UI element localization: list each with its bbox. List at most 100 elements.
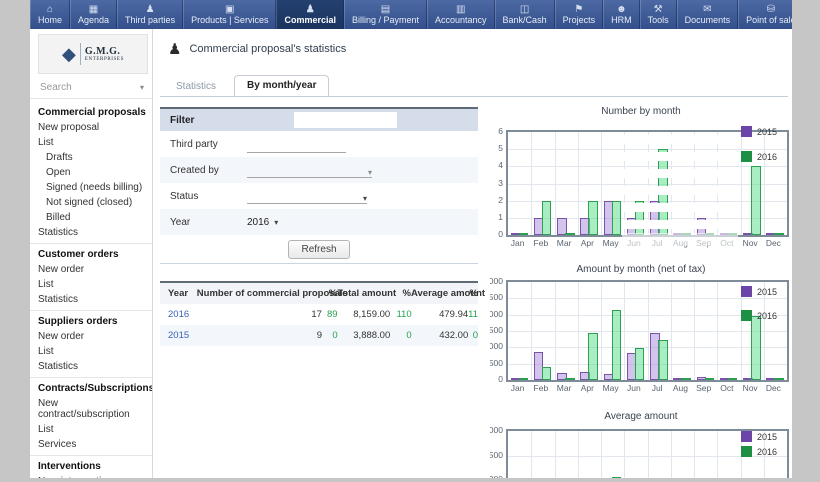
- sidebar-search[interactable]: Search ▾: [30, 78, 152, 99]
- legend-swatch: [741, 151, 752, 162]
- y-axis-tick-label: 4: [490, 160, 503, 170]
- sidebar-item-statistics[interactable]: Statistics: [30, 292, 152, 307]
- filter-row-created-by: Created by▾: [160, 157, 478, 183]
- sidebar-menu: Commercial proposalsNew proposalListDraf…: [30, 99, 152, 478]
- refresh-button[interactable]: Refresh: [288, 240, 349, 259]
- chart-average-amount: Average amount0500100015002000JanFebMarA…: [490, 405, 792, 478]
- sidebar-item-list[interactable]: List: [30, 277, 152, 292]
- legend-entry-2016: 2016: [741, 310, 777, 321]
- sidebar-item-open[interactable]: Open: [30, 165, 152, 180]
- sidebar-item-billed[interactable]: Billed: [30, 210, 152, 225]
- bar-2016-may: [612, 477, 622, 478]
- x-axis-tick-label: Oct: [715, 383, 738, 393]
- bar-2016-jan: [519, 233, 529, 235]
- x-axis-tick-label: Nov: [739, 238, 762, 248]
- bar-2016-mar: [565, 378, 575, 380]
- gridline-v: [555, 431, 556, 478]
- gridline-v: [671, 282, 672, 380]
- menu-item-documents[interactable]: ✉Documents: [677, 0, 739, 29]
- menu-item-third-parties[interactable]: ♟Third parties: [117, 0, 183, 29]
- legend-entry-2015: 2015: [741, 431, 777, 442]
- bar-2016-nov: [751, 316, 761, 380]
- agenda-icon: ▦: [89, 4, 98, 15]
- table-cell-year[interactable]: 2015: [160, 330, 199, 341]
- tab-by-month-year[interactable]: By month/year: [234, 75, 329, 97]
- sidebar-item-statistics[interactable]: Statistics: [30, 359, 152, 374]
- y-axis-tick-label: 1000: [490, 341, 503, 351]
- tab-statistics[interactable]: Statistics: [168, 77, 224, 96]
- legend-label: 2015: [757, 432, 777, 442]
- point-of-sale-icon: ⛁: [767, 4, 775, 15]
- menu-item-accountancy[interactable]: ▥Accountancy: [427, 0, 495, 29]
- gridline-v: [555, 282, 556, 380]
- sidebar-section: Contracts/SubscriptionsNew contract/subs…: [30, 378, 152, 456]
- sidebar-item-statistics[interactable]: Statistics: [30, 225, 152, 240]
- results-table: YearNumber of commercial proposals%Total…: [160, 281, 478, 346]
- x-axis-tick-label: Dec: [762, 383, 785, 393]
- y-axis-tick-label: 5: [490, 143, 503, 153]
- menu-item-hrm[interactable]: ☻HRM: [603, 0, 640, 29]
- sidebar-item-new-order[interactable]: New order: [30, 329, 152, 344]
- bar-2016-jun: [635, 348, 645, 380]
- table-cell-average: 432.00: [412, 330, 469, 341]
- menu-item-label: Tools: [648, 15, 669, 25]
- y-axis-tick-label: 6: [490, 126, 503, 136]
- year-select[interactable]: 2016▾: [247, 217, 278, 228]
- menu-item-home[interactable]: ⌂Home: [30, 0, 70, 29]
- menu-item-products-services[interactable]: ▣Products | Services: [183, 0, 276, 29]
- menu-item-agenda[interactable]: ▦Agenda: [70, 0, 117, 29]
- sidebar-item-new-order[interactable]: New order: [30, 262, 152, 277]
- legend-label: 2015: [757, 127, 777, 137]
- gridline-v: [531, 431, 532, 478]
- menu-item-projects[interactable]: ⚑Projects: [555, 0, 604, 29]
- sidebar-item-list[interactable]: List: [30, 422, 152, 437]
- legend-label: 2016: [757, 447, 777, 457]
- created-by-select[interactable]: ▾: [247, 162, 372, 178]
- table-cell-year[interactable]: 2016: [160, 309, 199, 320]
- bar-2016-dec: [774, 378, 784, 380]
- menu-item-billing-payment[interactable]: ▤Billing / Payment: [344, 0, 427, 29]
- menu-item-point-of-sale[interactable]: ⛁Point of sale: [738, 0, 792, 29]
- sidebar-item-signed-needs-billing-[interactable]: Signed (needs billing): [30, 180, 152, 195]
- desktop-background: ⌂Home▦Agenda♟Third parties▣Products | Se…: [0, 0, 820, 482]
- menu-item-commercial[interactable]: ♟Commercial: [276, 0, 344, 29]
- legend-entry-2015: 2015: [741, 126, 777, 137]
- column-header: %: [323, 288, 337, 299]
- table-cell-count: 9: [199, 330, 322, 341]
- y-axis-tick-label: 500: [490, 358, 503, 368]
- page-title: Commercial proposal's statistics: [189, 43, 346, 55]
- filter-rows: Third partyCreated by▾Status▾Year2016▾: [160, 131, 478, 235]
- sidebar-section: InterventionsNew interventionListStatist…: [30, 456, 152, 478]
- legend-swatch: [741, 431, 752, 442]
- sidebar-section: Suppliers ordersNew orderListStatistics: [30, 311, 152, 378]
- sidebar-item-not-signed-closed-[interactable]: Not signed (closed): [30, 195, 152, 210]
- bar-2016-apr: [588, 333, 598, 380]
- sidebar-item-new-intervention[interactable]: New intervention: [30, 474, 152, 478]
- menu-item-tools[interactable]: ⚒Tools: [640, 0, 677, 29]
- status-select[interactable]: ▾: [247, 188, 367, 204]
- filter-row-status: Status▾: [160, 183, 478, 209]
- legend-entry-2016: 2016: [741, 151, 777, 162]
- sidebar-item-new-contract-subscription[interactable]: New contract/subscription: [30, 396, 152, 422]
- y-axis-tick-label: 0: [490, 374, 503, 384]
- sidebar-item-list[interactable]: List: [30, 135, 152, 150]
- filter-title: Filter: [160, 115, 194, 126]
- table-cell-average_pct: 11: [468, 309, 478, 320]
- sidebar-item-services[interactable]: Services: [30, 437, 152, 452]
- table-cell-total: 8,159.00: [338, 309, 391, 320]
- bar-2016-feb: [542, 367, 552, 380]
- sidebar-section-title: Contracts/Subscriptions: [30, 380, 152, 396]
- menu-item-bank-cash[interactable]: ◫Bank/Cash: [495, 0, 555, 29]
- y-axis-tick-label: 2000: [490, 425, 503, 435]
- table-header-row: YearNumber of commercial proposals%Total…: [160, 283, 478, 304]
- filter-label: Year: [160, 217, 247, 228]
- bar-2016-feb: [542, 201, 552, 235]
- sidebar-item-list[interactable]: List: [30, 344, 152, 359]
- chart-title: Amount by month (net of tax): [490, 264, 792, 275]
- x-axis-tick-label: Mar: [553, 383, 576, 393]
- projects-icon: ⚑: [574, 4, 583, 15]
- sidebar-item-drafts[interactable]: Drafts: [30, 150, 152, 165]
- year-value: 2016: [247, 217, 269, 228]
- sidebar-item-new-proposal[interactable]: New proposal: [30, 120, 152, 135]
- third-party-input[interactable]: [247, 136, 346, 153]
